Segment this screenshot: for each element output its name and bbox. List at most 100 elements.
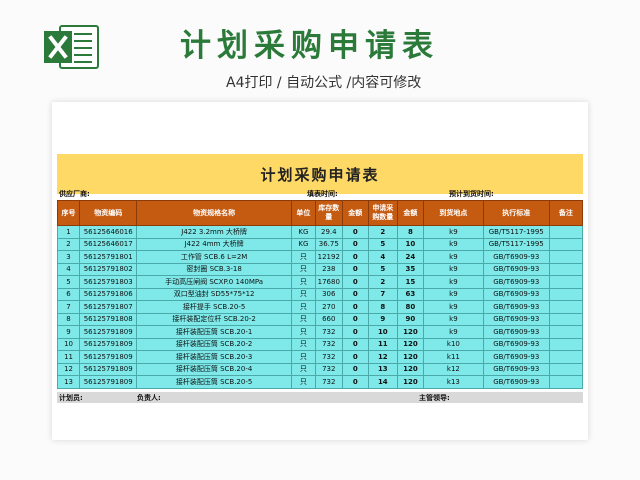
cell-amount[interactable]: 0 bbox=[341, 375, 369, 389]
cell-stock[interactable]: 270 bbox=[315, 300, 343, 314]
cell-unit[interactable]: 只 bbox=[290, 362, 317, 376]
cell-index[interactable]: 7 bbox=[56, 300, 81, 314]
cell-standard[interactable]: GB/T6909-93 bbox=[482, 262, 550, 276]
cell-index[interactable]: 5 bbox=[56, 275, 81, 289]
cell-request-qty[interactable]: 2 bbox=[367, 225, 398, 239]
cell-index[interactable]: 6 bbox=[56, 287, 81, 301]
cell-index[interactable]: 10 bbox=[56, 337, 81, 351]
cell-amount[interactable]: 0 bbox=[341, 250, 369, 264]
cell-stock[interactable]: 238 bbox=[315, 262, 343, 276]
cell-location[interactable]: k9 bbox=[423, 312, 484, 326]
cell-amount[interactable]: 0 bbox=[341, 237, 369, 251]
cell-unit[interactable]: KG bbox=[290, 237, 317, 251]
cell-remark[interactable] bbox=[548, 275, 584, 289]
cell-amount-2[interactable]: 8 bbox=[396, 225, 425, 239]
cell-code[interactable]: 56125791806 bbox=[79, 287, 138, 301]
table-row[interactable]: 3 56125791801 工作管 SCB.6 L=2M 只 12192 0 4 24 k9 GB… bbox=[56, 250, 584, 264]
cell-name[interactable]: J422 4mm 大桥牌 bbox=[136, 237, 292, 251]
table-row[interactable]: 6 56125791806 双口型油封 SD55*75*12 只 306 0 7 63 k9 GB… bbox=[56, 287, 584, 301]
cell-remark[interactable] bbox=[548, 325, 584, 339]
cell-standard[interactable]: GB/T6909-93 bbox=[482, 350, 550, 364]
table-row[interactable]: 11 56125791809 接杆装配压筒 SCB.20-3 只 732 0 12 120 k1… bbox=[56, 350, 584, 364]
cell-request-qty[interactable]: 13 bbox=[367, 362, 398, 376]
cell-amount-2[interactable]: 120 bbox=[396, 325, 425, 339]
cell-standard[interactable]: GB/T5117-1995 bbox=[482, 225, 550, 239]
cell-unit[interactable]: 只 bbox=[290, 325, 317, 339]
cell-remark[interactable] bbox=[548, 337, 584, 351]
cell-request-qty[interactable]: 8 bbox=[367, 300, 398, 314]
cell-code[interactable]: 56125791809 bbox=[79, 375, 138, 389]
cell-code[interactable]: 56125791802 bbox=[79, 262, 138, 276]
cell-request-qty[interactable]: 4 bbox=[367, 250, 398, 264]
cell-request-qty[interactable]: 5 bbox=[367, 237, 398, 251]
cell-stock[interactable]: 36.75 bbox=[315, 237, 343, 251]
cell-code[interactable]: 56125791809 bbox=[79, 350, 138, 364]
cell-name[interactable]: 接杆装配压筒 SCB.20-5 bbox=[136, 375, 292, 389]
cell-unit[interactable]: 只 bbox=[290, 275, 317, 289]
cell-name[interactable]: 接杆装配压筒 SCB.20-1 bbox=[136, 325, 292, 339]
table-row[interactable]: 8 56125791808 接杆装配定位杆 SCB.20-2 只 660 0 9 90 k9 GB… bbox=[56, 312, 584, 326]
cell-location[interactable]: k12 bbox=[423, 362, 484, 376]
table-row[interactable]: 4 56125791802 密封圈 SCB.3-18 只 238 0 5 35 k9 GB/T69… bbox=[56, 262, 584, 276]
cell-code[interactable]: 56125791809 bbox=[79, 325, 138, 339]
cell-index[interactable]: 8 bbox=[56, 312, 81, 326]
cell-name[interactable]: 接杆装配压筒 SCB.20-2 bbox=[136, 337, 292, 351]
table-row[interactable]: 13 56125791809 接杆装配压筒 SCB.20-5 只 732 0 14 120 k1… bbox=[56, 375, 584, 389]
cell-amount[interactable]: 0 bbox=[341, 325, 369, 339]
cell-remark[interactable] bbox=[548, 362, 584, 376]
cell-remark[interactable] bbox=[548, 375, 584, 389]
cell-stock[interactable]: 732 bbox=[315, 362, 343, 376]
cell-index[interactable]: 12 bbox=[56, 362, 81, 376]
cell-amount-2[interactable]: 80 bbox=[396, 300, 425, 314]
cell-name[interactable]: 手动高压闸阀 SCXP.0 140MPa bbox=[136, 275, 292, 289]
cell-name[interactable]: 接杆提手 SCB.20-5 bbox=[136, 300, 292, 314]
cell-stock[interactable]: 732 bbox=[315, 337, 343, 351]
cell-amount[interactable]: 0 bbox=[341, 312, 369, 326]
cell-stock[interactable]: 306 bbox=[315, 287, 343, 301]
cell-amount-2[interactable]: 120 bbox=[396, 337, 425, 351]
table-row[interactable]: 1 56125646016 J422 3.2mm 大桥牌 KG 29.4 0 2 8 k9 GB/… bbox=[56, 225, 584, 239]
cell-name[interactable]: 工作管 SCB.6 L=2M bbox=[136, 250, 292, 264]
cell-index[interactable]: 2 bbox=[56, 237, 81, 251]
cell-amount[interactable]: 0 bbox=[341, 225, 369, 239]
cell-index[interactable]: 9 bbox=[56, 325, 81, 339]
cell-standard[interactable]: GB/T6909-93 bbox=[482, 250, 550, 264]
cell-index[interactable]: 13 bbox=[56, 375, 81, 389]
cell-location[interactable]: k9 bbox=[423, 250, 484, 264]
table-row[interactable]: 9 56125791809 接杆装配压筒 SCB.20-1 只 732 0 10 120 k9 G… bbox=[56, 325, 584, 339]
table-row[interactable]: 12 56125791809 接杆装配压筒 SCB.20-4 只 732 0 13 120 k1… bbox=[56, 362, 584, 376]
cell-amount-2[interactable]: 120 bbox=[396, 375, 425, 389]
cell-remark[interactable] bbox=[548, 287, 584, 301]
cell-standard[interactable]: GB/T6909-93 bbox=[482, 362, 550, 376]
cell-amount-2[interactable]: 10 bbox=[396, 237, 425, 251]
cell-name[interactable]: 接杆装配压筒 SCB.20-3 bbox=[136, 350, 292, 364]
cell-standard[interactable]: GB/T6909-93 bbox=[482, 312, 550, 326]
cell-request-qty[interactable]: 11 bbox=[367, 337, 398, 351]
cell-code[interactable]: 56125791809 bbox=[79, 362, 138, 376]
cell-code[interactable]: 56125791801 bbox=[79, 250, 138, 264]
cell-code[interactable]: 56125646016 bbox=[79, 225, 138, 239]
cell-code[interactable]: 56125791809 bbox=[79, 337, 138, 351]
cell-amount-2[interactable]: 90 bbox=[396, 312, 425, 326]
cell-unit[interactable]: 只 bbox=[290, 262, 317, 276]
cell-location[interactable]: k9 bbox=[423, 300, 484, 314]
cell-stock[interactable]: 17680 bbox=[315, 275, 343, 289]
cell-amount[interactable]: 0 bbox=[341, 362, 369, 376]
cell-remark[interactable] bbox=[548, 300, 584, 314]
cell-unit[interactable]: 只 bbox=[290, 337, 317, 351]
cell-index[interactable]: 3 bbox=[56, 250, 81, 264]
cell-standard[interactable]: GB/T6909-93 bbox=[482, 275, 550, 289]
cell-amount[interactable]: 0 bbox=[341, 350, 369, 364]
cell-amount-2[interactable]: 120 bbox=[396, 350, 425, 364]
cell-remark[interactable] bbox=[548, 250, 584, 264]
cell-stock[interactable]: 732 bbox=[315, 350, 343, 364]
cell-location[interactable]: k13 bbox=[423, 375, 484, 389]
cell-request-qty[interactable]: 5 bbox=[367, 262, 398, 276]
cell-name[interactable]: 密封圈 SCB.3-18 bbox=[136, 262, 292, 276]
cell-location[interactable]: k10 bbox=[423, 337, 484, 351]
cell-unit[interactable]: 只 bbox=[290, 300, 317, 314]
cell-amount[interactable]: 0 bbox=[341, 300, 369, 314]
cell-remark[interactable] bbox=[548, 350, 584, 364]
cell-request-qty[interactable]: 12 bbox=[367, 350, 398, 364]
cell-name[interactable]: J422 3.2mm 大桥牌 bbox=[136, 225, 292, 239]
